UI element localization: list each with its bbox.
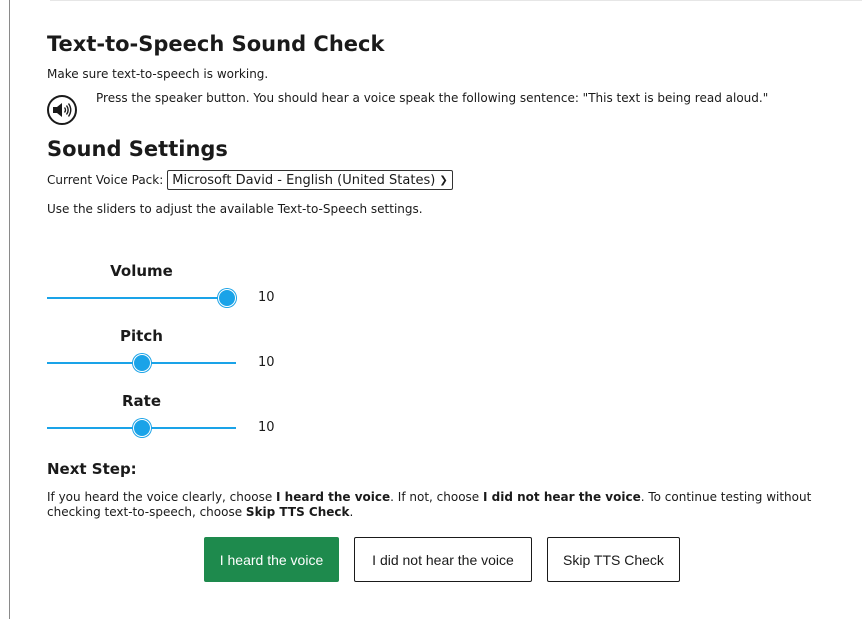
voice-pack-selected: Microsoft David - English (United States… bbox=[172, 172, 436, 188]
volume-value: 10 bbox=[258, 290, 275, 305]
speaker-icon bbox=[53, 103, 72, 117]
volume-slider-track[interactable] bbox=[47, 297, 236, 299]
pitch-slider-group: Pitch 10 bbox=[47, 327, 307, 387]
next-step-instructions: If you heard the voice clearly, choose I… bbox=[47, 490, 837, 520]
action-buttons: I heard the voice I did not hear the voi… bbox=[204, 537, 680, 582]
rate-value: 10 bbox=[258, 420, 275, 435]
rate-slider-thumb[interactable] bbox=[133, 419, 151, 437]
instruction-text-2: . If not, choose bbox=[390, 490, 483, 504]
pitch-value: 10 bbox=[258, 355, 275, 370]
sound-settings-heading: Sound Settings bbox=[47, 137, 228, 161]
pitch-label: Pitch bbox=[120, 327, 163, 345]
speaker-button[interactable] bbox=[47, 95, 77, 125]
rate-label: Rate bbox=[121, 392, 162, 410]
speaker-row: Press the speaker button. You should hea… bbox=[47, 91, 837, 131]
slider-hint: Use the sliders to adjust the available … bbox=[47, 202, 423, 216]
voice-pack-label: Current Voice Pack: bbox=[47, 173, 164, 187]
left-border bbox=[9, 0, 10, 619]
chevron-down-icon: ❯ bbox=[439, 174, 448, 186]
not-heard-voice-button[interactable]: I did not hear the voice bbox=[354, 537, 532, 582]
speaker-instruction: Press the speaker button. You should hea… bbox=[96, 91, 769, 105]
page-subtitle: Make sure text-to-speech is working. bbox=[47, 67, 269, 81]
instruction-bold-not-heard: I did not hear the voice bbox=[483, 490, 641, 504]
heard-voice-button[interactable]: I heard the voice bbox=[204, 537, 339, 582]
rate-slider-group: Rate 10 bbox=[47, 392, 307, 452]
next-step-section: Next Step: If you heard the voice clearl… bbox=[47, 460, 837, 520]
instruction-bold-heard: I heard the voice bbox=[276, 490, 391, 504]
instruction-text-4: . bbox=[349, 505, 354, 519]
volume-label: Volume bbox=[110, 262, 173, 280]
instruction-bold-skip: Skip TTS Check bbox=[245, 505, 350, 519]
main-content: Text-to-Speech Sound Check Make sure tex… bbox=[47, 30, 837, 216]
pitch-slider-thumb[interactable] bbox=[133, 354, 151, 372]
top-divider bbox=[50, 0, 862, 1]
next-step-heading: Next Step: bbox=[47, 460, 137, 478]
volume-slider-group: Volume 10 bbox=[47, 262, 307, 322]
tts-check-page: Text-to-Speech Sound Check Make sure tex… bbox=[0, 0, 862, 619]
voice-pack-row: Current Voice Pack: Microsoft David - En… bbox=[47, 170, 837, 190]
voice-pack-select[interactable]: Microsoft David - English (United States… bbox=[167, 170, 453, 190]
volume-slider-thumb[interactable] bbox=[218, 289, 236, 307]
page-title: Text-to-Speech Sound Check bbox=[47, 32, 385, 56]
instruction-text-1: If you heard the voice clearly, choose bbox=[47, 490, 277, 504]
skip-tts-button[interactable]: Skip TTS Check bbox=[547, 537, 680, 582]
